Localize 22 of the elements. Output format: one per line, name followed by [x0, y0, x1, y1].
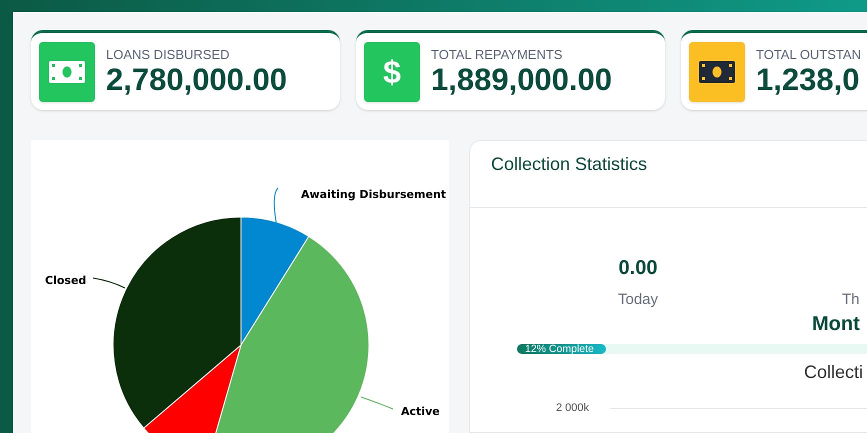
panel-title: Collection Statistics — [491, 154, 648, 174]
banknote-icon — [49, 60, 85, 82]
y-axis-label: 2 000k — [556, 401, 590, 415]
slice-label: Closed — [45, 274, 86, 287]
banknote-icon — [699, 60, 735, 82]
month-heading: Mont — [812, 312, 860, 336]
leader-line — [92, 278, 126, 288]
today-label: Today — [618, 290, 658, 310]
stat-value: 2,780,000.00 — [106, 62, 288, 96]
stat-value: 1,889,000.00 — [431, 62, 612, 96]
stat-value: 1,238,0 — [756, 62, 860, 96]
slice-label: Active — [401, 405, 440, 418]
dollar-icon: $ — [383, 56, 401, 88]
leader-line — [360, 396, 394, 410]
stat-label: TOTAL OUTSTAN — [756, 46, 861, 62]
today-amount: 0.00 — [618, 256, 658, 280]
slice-label: Awaiting Disbursement — [301, 188, 446, 201]
month-label: Th — [842, 290, 860, 310]
stat-label: LOANS DISBURSED — [106, 46, 231, 62]
stat-label: TOTAL REPAYMENTS — [431, 46, 564, 62]
progress-fill: 12% Complete — [517, 344, 606, 354]
chart-title: Collecti — [804, 361, 864, 384]
